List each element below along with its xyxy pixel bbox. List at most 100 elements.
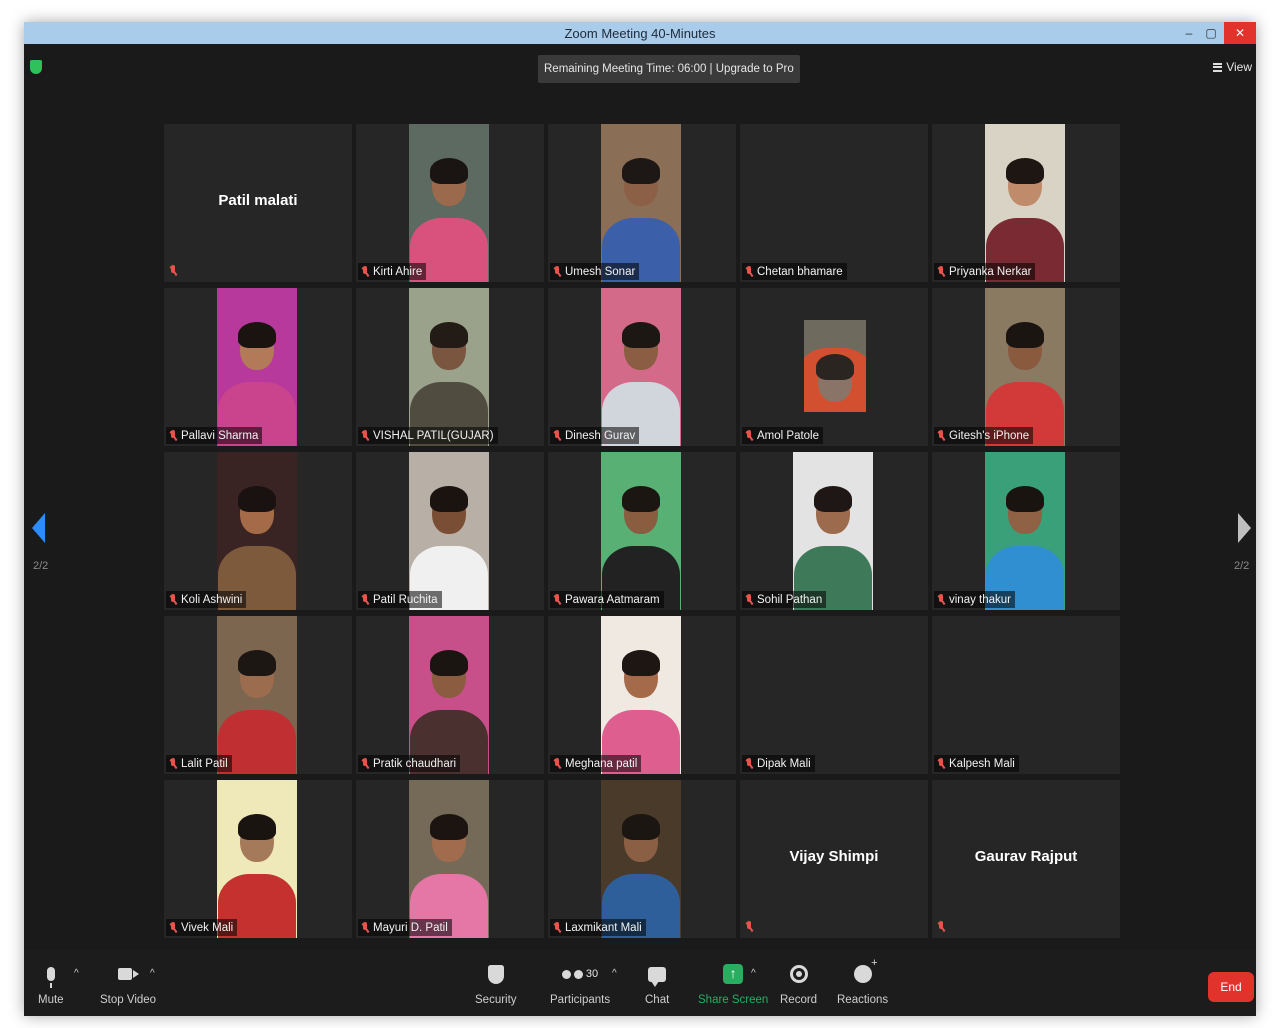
participant-name-bar: Priyanka Nerkar: [934, 263, 1036, 280]
remaining-time-banner[interactable]: Remaining Meeting Time: 06:00 | Upgrade …: [538, 55, 800, 83]
participant-tile[interactable]: Kirti Ahire: [356, 124, 544, 282]
participant-name: Dinesh Gurav: [565, 429, 636, 442]
muted-mic-icon: [552, 593, 562, 606]
security-shield-icon: [487, 964, 504, 984]
muted-mic-icon: [168, 757, 178, 770]
participants-label: Participants: [550, 994, 611, 1006]
participant-name: Pallavi Sharma: [181, 429, 259, 442]
participant-video: [601, 452, 681, 610]
participant-name: Pawara Aatmaram: [565, 593, 660, 606]
view-button[interactable]: View: [1213, 60, 1252, 74]
participant-display-name: Patil malati: [218, 192, 298, 209]
muted-mic-icon: [168, 921, 178, 934]
previous-page-arrow-icon[interactable]: [32, 513, 45, 543]
participant-name-bar: Umesh Sonar: [550, 263, 640, 280]
participant-tile[interactable]: Dinesh Gurav: [548, 288, 736, 446]
audio-options-caret-icon[interactable]: ^: [74, 968, 79, 979]
next-page-arrow-icon[interactable]: [1238, 513, 1251, 543]
reactions-button[interactable]: Reactions: [837, 957, 888, 1006]
page-indicator-left: 2/2: [33, 560, 49, 572]
participant-video: [985, 288, 1065, 446]
participant-name: Pratik chaudhari: [373, 757, 457, 770]
participant-tile[interactable]: Chetan bhamare: [740, 124, 928, 282]
participants-count: 30: [585, 968, 599, 980]
participant-display-name: Gaurav Rajput: [974, 848, 1078, 865]
security-label: Security: [475, 994, 517, 1006]
participant-tile[interactable]: Sohil Pathan: [740, 452, 928, 610]
participant-tile[interactable]: Gaurav Rajput: [932, 780, 1120, 938]
participant-tile[interactable]: Kalpesh Mali: [932, 616, 1120, 774]
participant-name: Umesh Sonar: [565, 265, 636, 278]
camera-icon: [118, 968, 140, 980]
participant-name: Lalit Patil: [181, 757, 228, 770]
participant-tile[interactable]: Pawara Aatmaram: [548, 452, 736, 610]
title-bar: Zoom Meeting 40-Minutes: [24, 22, 1256, 44]
muted-mic-icon: [360, 593, 370, 606]
participant-name-bar: Pratik chaudhari: [358, 755, 461, 772]
record-button[interactable]: Record: [780, 962, 817, 1006]
participant-tile[interactable]: Mayuri D. Patil: [356, 780, 544, 938]
encryption-shield-icon[interactable]: [30, 60, 42, 74]
participant-tile[interactable]: Koli Ashwini: [164, 452, 352, 610]
participant-name-bar: VISHAL PATIL(GUJAR): [358, 427, 498, 444]
participant-name-bar: Dipak Mali: [742, 755, 815, 772]
participant-tile[interactable]: Priyanka Nerkar: [932, 124, 1120, 282]
participants-button[interactable]: 30 Participants: [550, 962, 610, 1006]
share-screen-icon: [723, 964, 744, 984]
participant-name: Meghana patil: [565, 757, 638, 770]
participant-tile[interactable]: Amol Patole: [740, 288, 928, 446]
chat-bubble-icon: [648, 966, 667, 987]
participant-name: Amol Patole: [757, 429, 820, 442]
participant-tile[interactable]: Gitesh's iPhone: [932, 288, 1120, 446]
participant-video: [217, 780, 297, 938]
participant-video: [409, 780, 489, 938]
participant-video: [409, 452, 489, 610]
participant-tile[interactable]: Vivek Mali: [164, 780, 352, 938]
close-window-button[interactable]: ✕: [1224, 22, 1256, 44]
participant-name-bar: Dinesh Gurav: [550, 427, 640, 444]
participant-video: [804, 320, 866, 412]
share-options-caret-icon[interactable]: ^: [751, 968, 756, 979]
participant-tile[interactable]: Laxmikant Mali: [548, 780, 736, 938]
participant-name-bar: vinay thakur: [934, 591, 1016, 608]
muted-mic-icon: [168, 265, 178, 277]
participant-tile[interactable]: Dipak Mali: [740, 616, 928, 774]
chat-button[interactable]: Chat: [645, 962, 669, 1006]
participant-video: [985, 452, 1065, 610]
participant-tile[interactable]: VISHAL PATIL(GUJAR): [356, 288, 544, 446]
mute-label: Mute: [38, 994, 64, 1006]
participant-name: Laxmikant Mali: [565, 921, 642, 934]
participant-tile[interactable]: Lalit Patil: [164, 616, 352, 774]
video-options-caret-icon[interactable]: ^: [150, 968, 155, 979]
stop-video-button[interactable]: Stop Video: [100, 962, 156, 1006]
participants-options-caret-icon[interactable]: ^: [612, 968, 617, 979]
participant-tile[interactable]: Meghana patil: [548, 616, 736, 774]
participant-tile[interactable]: Patil Ruchita: [356, 452, 544, 610]
participant-video: [217, 452, 297, 610]
security-button[interactable]: Security: [475, 962, 517, 1006]
participant-tile[interactable]: Pratik chaudhari: [356, 616, 544, 774]
remaining-time-text: Remaining Meeting Time: 06:00 | Upgrade …: [544, 63, 794, 75]
participant-name-bar: Pawara Aatmaram: [550, 591, 664, 608]
participant-tile[interactable]: vinay thakur: [932, 452, 1120, 610]
share-screen-button[interactable]: Share Screen: [698, 962, 768, 1006]
participant-tile[interactable]: Umesh Sonar: [548, 124, 736, 282]
participant-display-name: Vijay Shimpi: [789, 848, 879, 865]
muted-mic-icon: [936, 429, 946, 442]
maximize-button[interactable]: ▢: [1200, 22, 1222, 44]
mute-button[interactable]: Mute: [38, 962, 64, 1006]
participant-name: Koli Ashwini: [181, 593, 243, 606]
muted-mic-icon: [744, 265, 754, 278]
minimize-button[interactable]: –: [1178, 22, 1200, 44]
participant-tile[interactable]: Patil malati: [164, 124, 352, 282]
zoom-window: Zoom Meeting 40-Minutes – ▢ ✕ Remaining …: [24, 22, 1256, 1016]
participant-tile[interactable]: Pallavi Sharma: [164, 288, 352, 446]
participant-tile[interactable]: Vijay Shimpi: [740, 780, 928, 938]
participant-video: [601, 124, 681, 282]
participant-video: [601, 288, 681, 446]
end-meeting-button[interactable]: End: [1208, 972, 1254, 1002]
participant-video: [217, 288, 297, 446]
participant-name-bar: Pallavi Sharma: [166, 427, 263, 444]
participant-name: vinay thakur: [949, 593, 1012, 606]
muted-mic-icon: [552, 429, 562, 442]
